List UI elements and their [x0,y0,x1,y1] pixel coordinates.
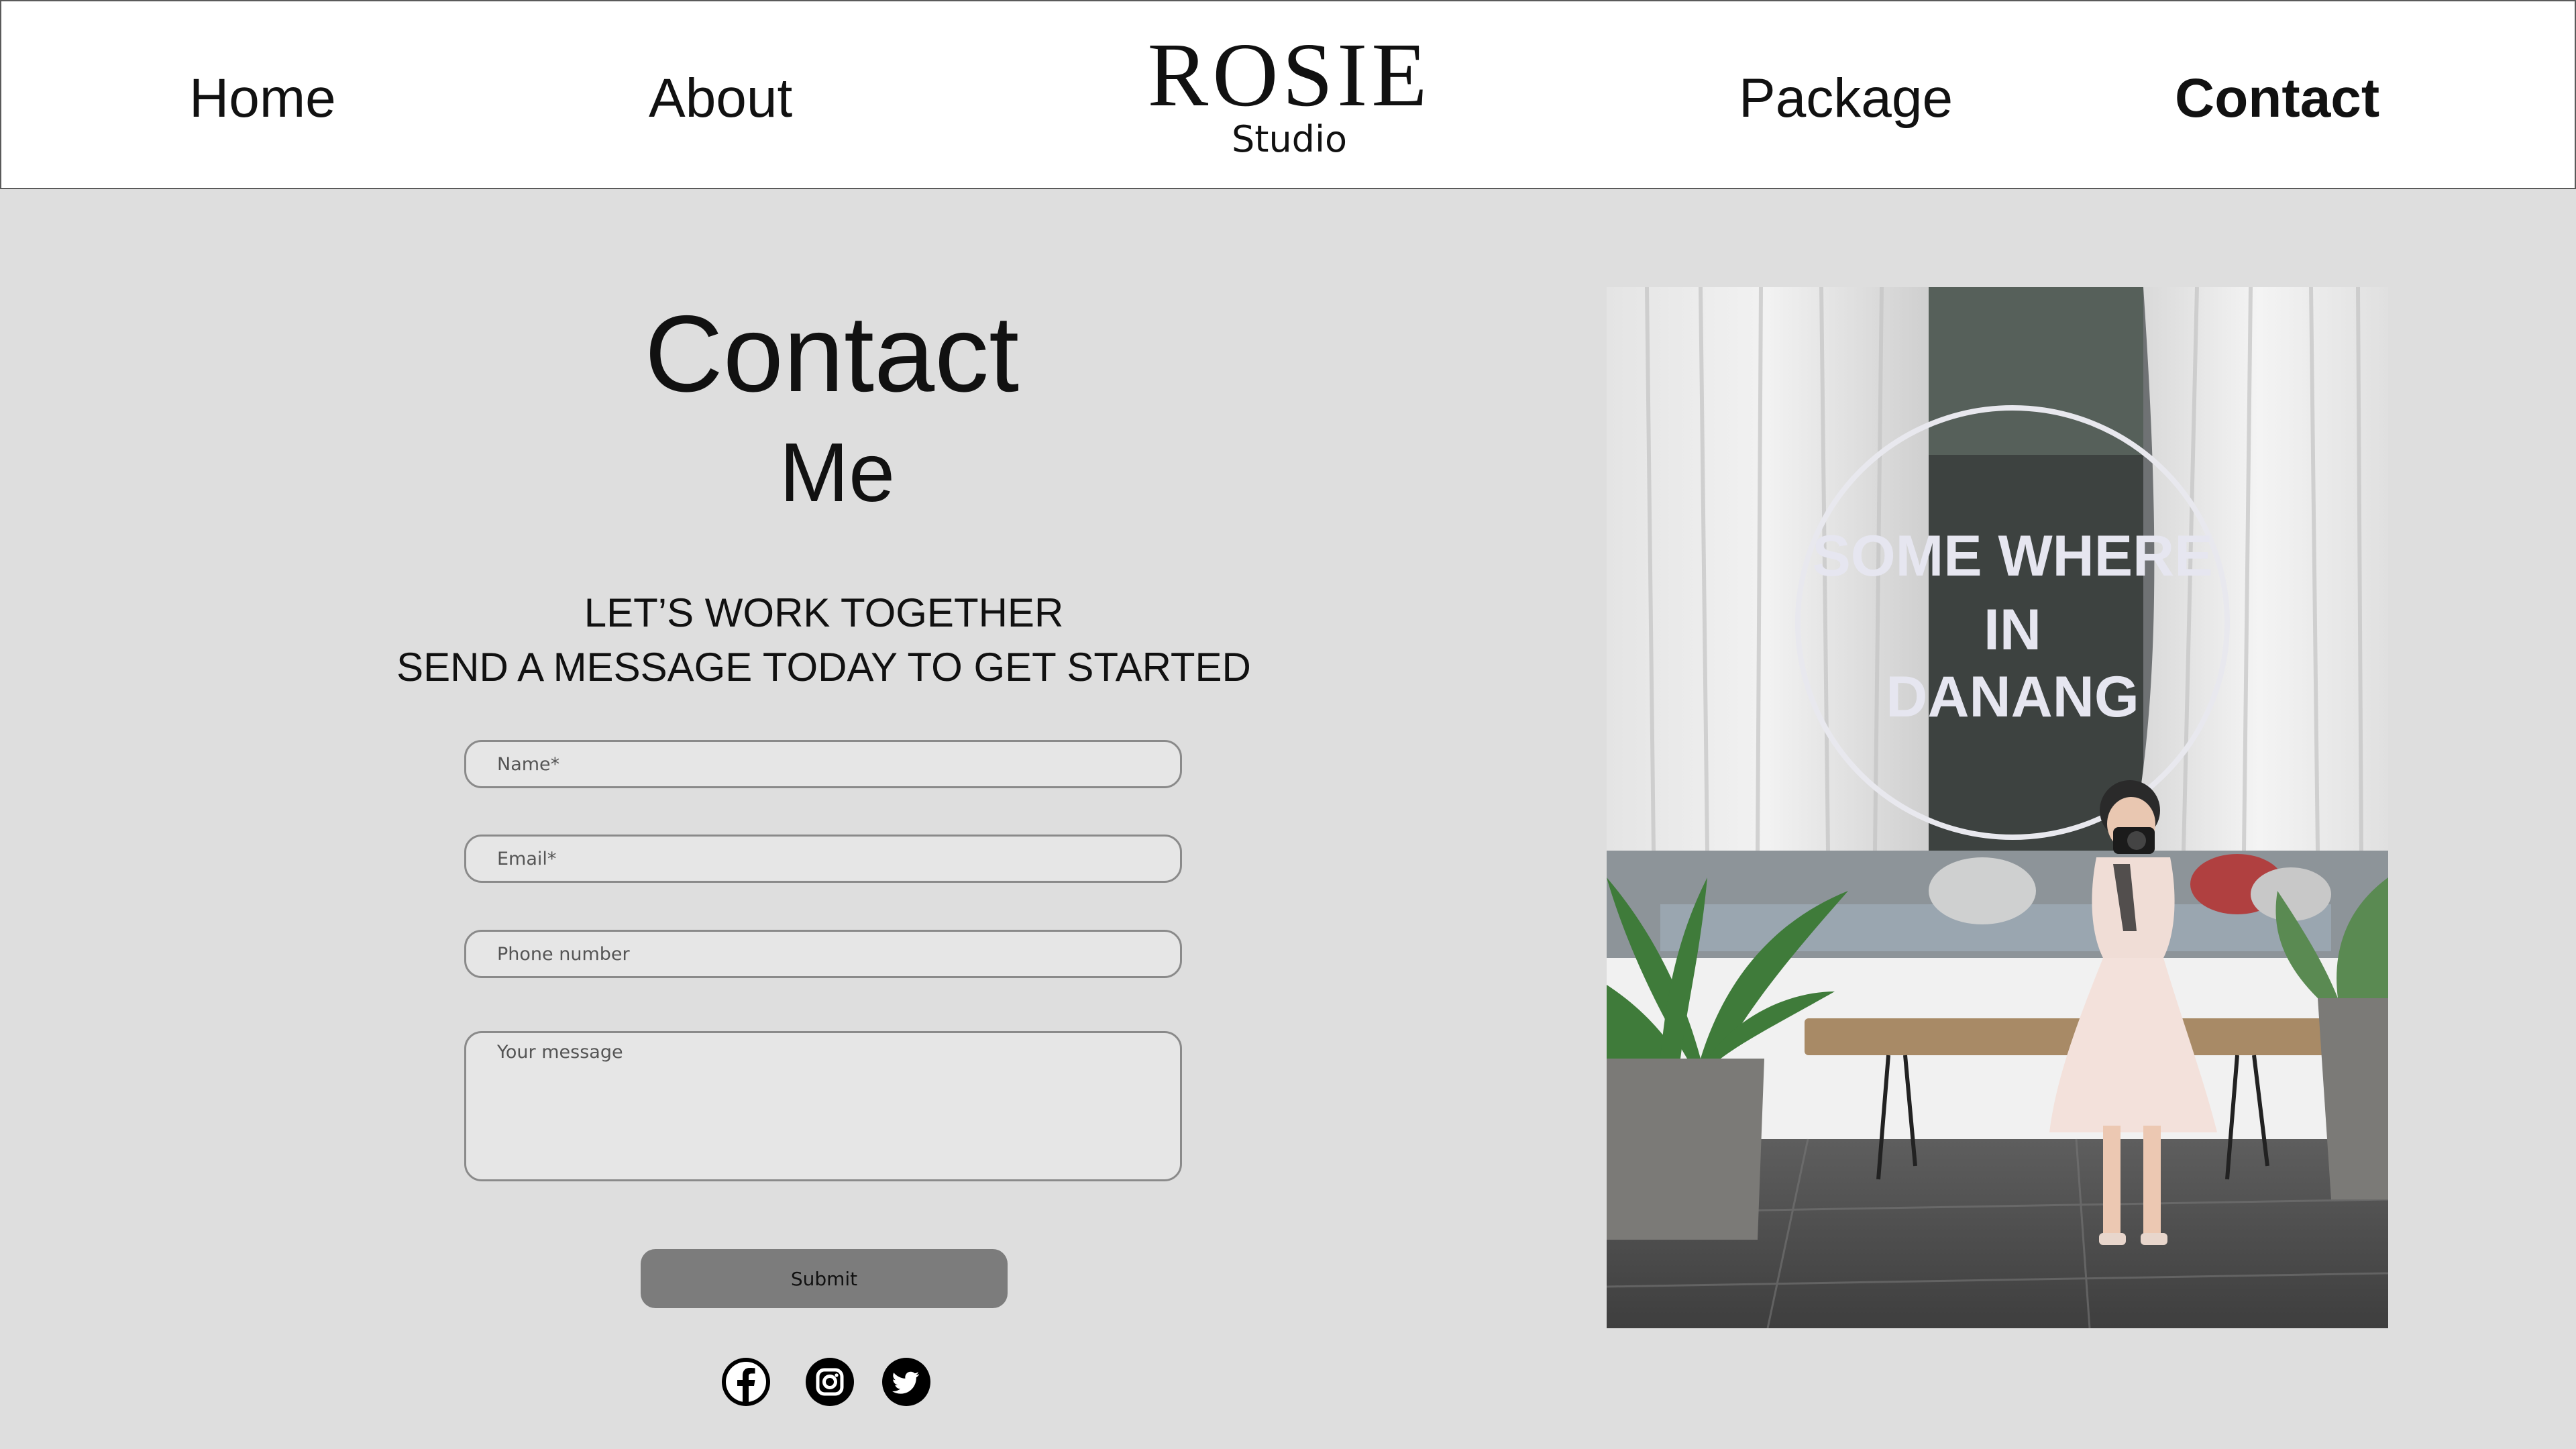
page-subtitle: Me [779,427,896,519]
sign-line-1: SOME WHERE [1812,524,2212,588]
nav-contact[interactable]: Contact [2175,65,2379,132]
phone-field[interactable] [464,930,1182,978]
nav-home[interactable]: Home [189,65,336,132]
tagline-line-2: SEND A MESSAGE TODAY TO GET STARTED [396,645,1251,690]
site-header: Home About ROSIE Studio Package Contact [0,0,2576,189]
logo-title: ROSIE [1147,25,1432,125]
tagline-line-1: LET’S WORK TOGETHER [584,590,1064,635]
submit-button[interactable]: Submit [641,1249,1008,1308]
message-field[interactable] [464,1031,1182,1181]
sign-line-3: DANANG [1886,665,2139,729]
studio-photo: SOME WHERE IN DANANG [1607,287,2388,1328]
sign-line-2: IN [1984,598,2041,662]
nav-package[interactable]: Package [1739,65,1953,132]
twitter-link[interactable] [882,1358,930,1406]
email-field[interactable] [464,835,1182,883]
photo-illustration: SOME WHERE IN DANANG [1607,287,2388,1328]
instagram-link[interactable] [806,1358,854,1406]
logo[interactable]: ROSIE Studio [1122,28,1457,161]
page-title: Contact [644,293,1020,415]
instagram-icon [816,1368,844,1396]
twitter-icon [892,1371,919,1394]
facebook-link[interactable] [722,1358,770,1406]
nav-about[interactable]: About [649,65,792,132]
name-field[interactable] [464,740,1182,788]
facebook-icon [726,1362,766,1402]
